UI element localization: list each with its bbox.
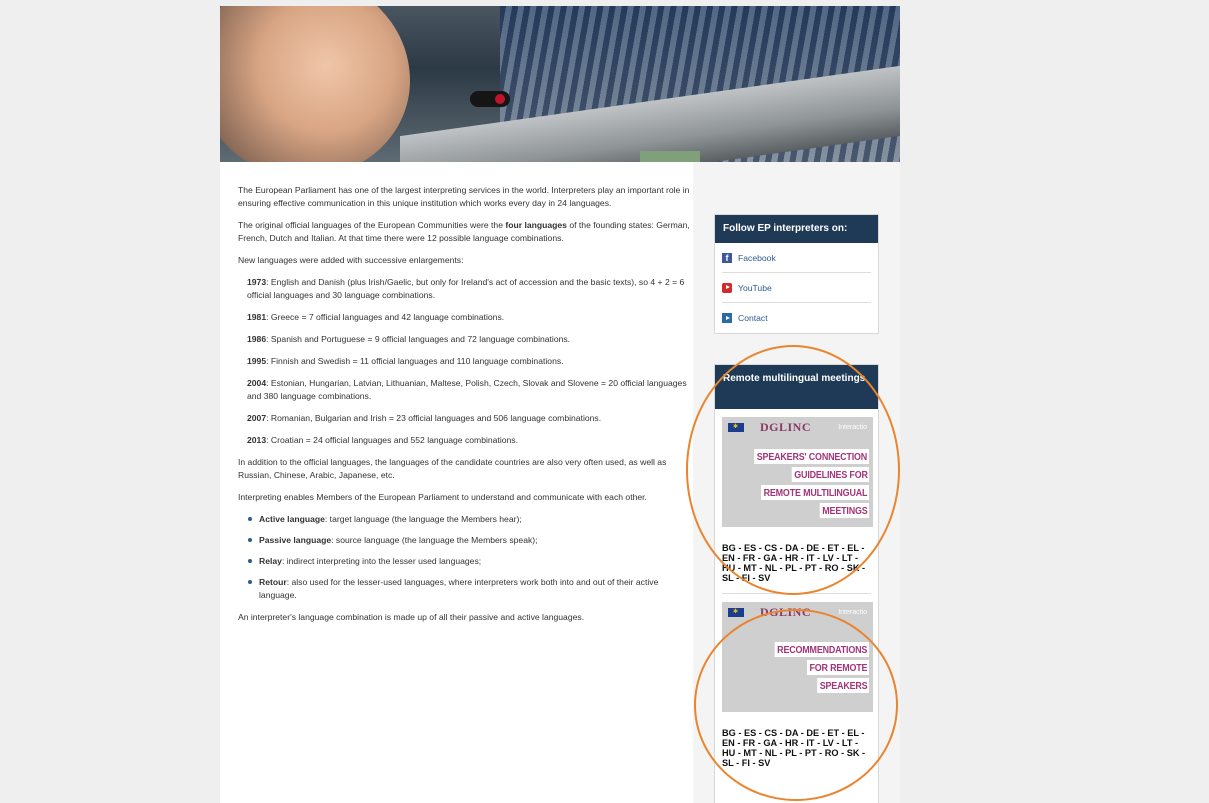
bullet-icon [248, 538, 252, 542]
eu-flag-icon [728, 607, 744, 617]
new-languages-paragraph: New languages were added with successive… [238, 255, 464, 265]
intro-paragraph: The European Parliament has one of the l… [238, 185, 690, 208]
enlargement-item: 2004: Estonian, Hungarian, Latvian, Lith… [247, 378, 687, 401]
dglinc-logo: DGLINC [760, 604, 812, 619]
list-item: Active language: target language (the la… [248, 513, 693, 526]
original-languages-paragraph: The original official languages of the E… [238, 220, 690, 243]
eu-flag-icon [728, 422, 744, 432]
interactio-logo: Interactio [838, 423, 867, 431]
microphone-light-icon [495, 94, 505, 104]
combination-paragraph: An interpreter's language combination is… [238, 612, 585, 622]
interactio-logo: Interactio [838, 608, 867, 616]
card-title-line: FOR REMOTE [806, 660, 869, 675]
list-item: Relay: indirect interpreting into the le… [248, 555, 693, 568]
sidebar: Follow EP interpreters on: f Facebook Yo… [693, 162, 900, 803]
interpreter-face [220, 6, 410, 162]
card-title-line: SPEAKERS' CONNECTION [754, 449, 869, 464]
youtube-icon [722, 282, 732, 293]
list-item: Retour: also used for the lesser-used la… [248, 576, 693, 602]
card-title-line: MEETINGS [819, 503, 869, 518]
hero-image-interpreter-booth [220, 6, 900, 162]
bullet-icon [248, 580, 252, 584]
main-article: The European Parliament has one of the l… [238, 184, 693, 633]
contact-link[interactable]: Contact [722, 303, 871, 333]
enlargement-item: 1973: English and Danish (plus Irish/Gae… [247, 277, 685, 300]
divider [722, 593, 871, 594]
terms-list: Active language: target language (the la… [238, 513, 693, 602]
card-title-line: RECOMMENDATIONS [774, 642, 869, 657]
bullet-icon [248, 559, 252, 563]
dglinc-logo: DGLINC [760, 419, 812, 434]
follow-box: Follow EP interpreters on: f Facebook Yo… [714, 214, 879, 334]
page-container: The European Parliament has one of the l… [220, 6, 900, 803]
speakers-guidelines-card[interactable]: DGLINC Interactio SPEAKERS' CONNECTION G… [722, 417, 873, 527]
console-screen [640, 151, 700, 162]
enables-paragraph: Interpreting enables Members of the Euro… [238, 492, 647, 502]
card-title-line: SPEAKERS [817, 678, 869, 693]
facebook-icon: f [722, 252, 732, 263]
language-links[interactable]: BG - ES - CS - DA - DE - ET - EL - EN - … [722, 728, 871, 768]
remote-speakers-recommendations-card[interactable]: DGLINC Interactio RECOMMENDATIONS FOR RE… [722, 602, 873, 712]
enlargement-item: 1986: Spanish and Portuguese = 9 officia… [247, 334, 571, 344]
remote-meetings-box: Remote multilingual meetings DGLINC Inte… [714, 364, 879, 803]
bullet-icon [248, 517, 252, 521]
card-title-line: REMOTE MULTILINGUAL [761, 485, 869, 500]
enlargement-item: 1981: Greece = 7 official languages and … [247, 312, 505, 322]
enlargement-item: 2007: Romanian, Bulgarian and Irish = 23… [247, 413, 602, 423]
remote-box-title: Remote multilingual meetings [715, 365, 878, 409]
candidates-paragraph: In addition to the official languages, t… [238, 457, 667, 480]
youtube-link[interactable]: YouTube [722, 273, 871, 303]
enlargement-item: 1995: Finnish and Swedish = 11 official … [247, 356, 564, 366]
enlargement-item: 2013: Croatian = 24 official languages a… [247, 435, 518, 445]
card-title-line: GUIDELINES FOR [791, 467, 869, 482]
follow-box-title: Follow EP interpreters on: [715, 215, 878, 243]
facebook-link[interactable]: f Facebook [722, 243, 871, 273]
contact-arrow-icon [722, 313, 732, 323]
language-links[interactable]: BG - ES - CS - DA - DE - ET - EL - EN - … [722, 543, 871, 583]
list-item: Passive language: source language (the l… [248, 534, 693, 547]
